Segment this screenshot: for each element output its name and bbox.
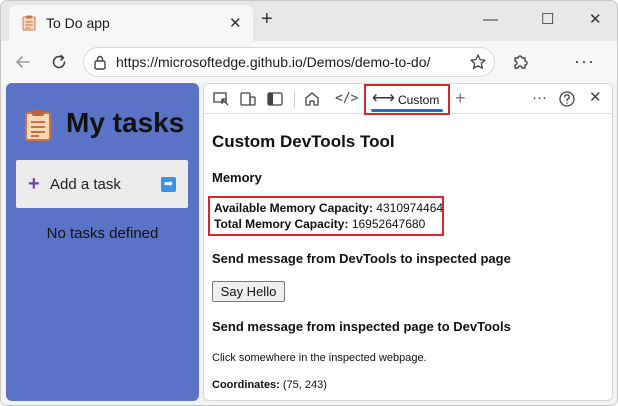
send-to-devtools-heading: Send message from inspected page to DevT… (212, 319, 511, 334)
devtools-toolbar: </> ⟷ Custom + ··· ✕ (204, 84, 612, 115)
dock-sidebar-icon[interactable] (266, 90, 284, 108)
maximize-icon[interactable]: ☐ (541, 12, 554, 28)
memory-highlight-box: Available Memory Capacity: 4310974464 To… (208, 196, 444, 236)
custom-tool-arrows-icon: ⟷ (372, 90, 395, 107)
clipboard-icon (25, 110, 51, 141)
say-hello-button[interactable]: Say Hello (212, 281, 285, 302)
more-icon[interactable]: ··· (574, 52, 595, 70)
available-memory-value: 4310974464 (376, 201, 444, 215)
tool-title: Custom DevTools Tool (212, 132, 395, 151)
coordinates-label: Coordinates: (212, 379, 280, 391)
star-icon[interactable] (469, 53, 487, 71)
add-task-field[interactable]: + Add a task ➡ (16, 160, 188, 208)
device-emulation-icon[interactable] (239, 90, 257, 108)
address-bar[interactable]: https://microsoftedge.github.io/Demos/de… (83, 47, 495, 77)
address-toolbar: https://microsoftedge.github.io/Demos/de… (1, 41, 617, 83)
lock-icon[interactable] (93, 55, 107, 70)
tab-favicon-icon (22, 15, 36, 31)
elements-icon[interactable]: </> (335, 91, 358, 109)
active-tab-indicator (371, 109, 443, 112)
devtools-more-icon[interactable]: ··· (532, 90, 547, 106)
page-content: My tasks + Add a task ➡ No tasks defined (1, 83, 617, 405)
refresh-icon[interactable] (49, 52, 69, 72)
plus-icon: + (28, 173, 40, 195)
url-text[interactable]: https://microsoftedge.github.io/Demos/de… (116, 54, 430, 70)
new-tab-plus-icon[interactable]: + (261, 9, 273, 29)
submit-arrow-icon[interactable]: ➡ (161, 177, 176, 192)
more-tools-plus-icon[interactable]: + (455, 89, 466, 107)
empty-task-message: No tasks defined (46, 225, 159, 242)
send-to-page-heading: Send message from DevTools to inspected … (212, 251, 511, 266)
total-memory-label: Total Memory Capacity: (214, 217, 349, 231)
extensions-icon[interactable] (511, 52, 531, 72)
home-icon[interactable] (303, 90, 321, 108)
total-memory-row: Total Memory Capacity: 16952647680 (214, 217, 425, 231)
minimize-icon[interactable]: — (483, 12, 498, 28)
total-memory-value: 16952647680 (351, 217, 426, 231)
add-task-label: Add a task (50, 176, 121, 193)
tab-title: To Do app (46, 15, 110, 31)
available-memory-row: Available Memory Capacity: 4310974464 (214, 201, 443, 215)
close-window-icon[interactable]: ✕ (589, 12, 602, 28)
close-devtools-icon[interactable]: ✕ (589, 90, 602, 106)
title-bar: To Do app ✕ + — ☐ ✕ (1, 1, 617, 41)
browser-window: To Do app ✕ + — ☐ ✕ https://microsoftedg… (0, 0, 618, 406)
tab-custom-label: Custom (398, 93, 440, 107)
back-icon[interactable] (13, 52, 33, 72)
devtools-pane: </> ⟷ Custom + ··· ✕ Custom DevTools Too… (203, 83, 613, 401)
toolbar-divider (294, 91, 295, 107)
help-icon[interactable] (558, 90, 576, 108)
browser-tab[interactable]: To Do app ✕ (9, 5, 253, 41)
todo-app: My tasks + Add a task ➡ No tasks defined (6, 83, 199, 401)
page-title: My tasks (66, 107, 185, 138)
coordinates-value: (75, 243) (282, 379, 327, 391)
coordinates-row: Coordinates: (75, 243) (212, 379, 327, 391)
inspect-icon[interactable] (212, 90, 230, 108)
memory-heading: Memory (212, 170, 262, 185)
available-memory-label: Available Memory Capacity: (214, 201, 373, 215)
close-icon[interactable]: ✕ (229, 14, 242, 32)
tab-custom[interactable]: ⟷ Custom (364, 84, 450, 115)
click-instruction: Click somewhere in the inspected webpage… (212, 352, 427, 364)
